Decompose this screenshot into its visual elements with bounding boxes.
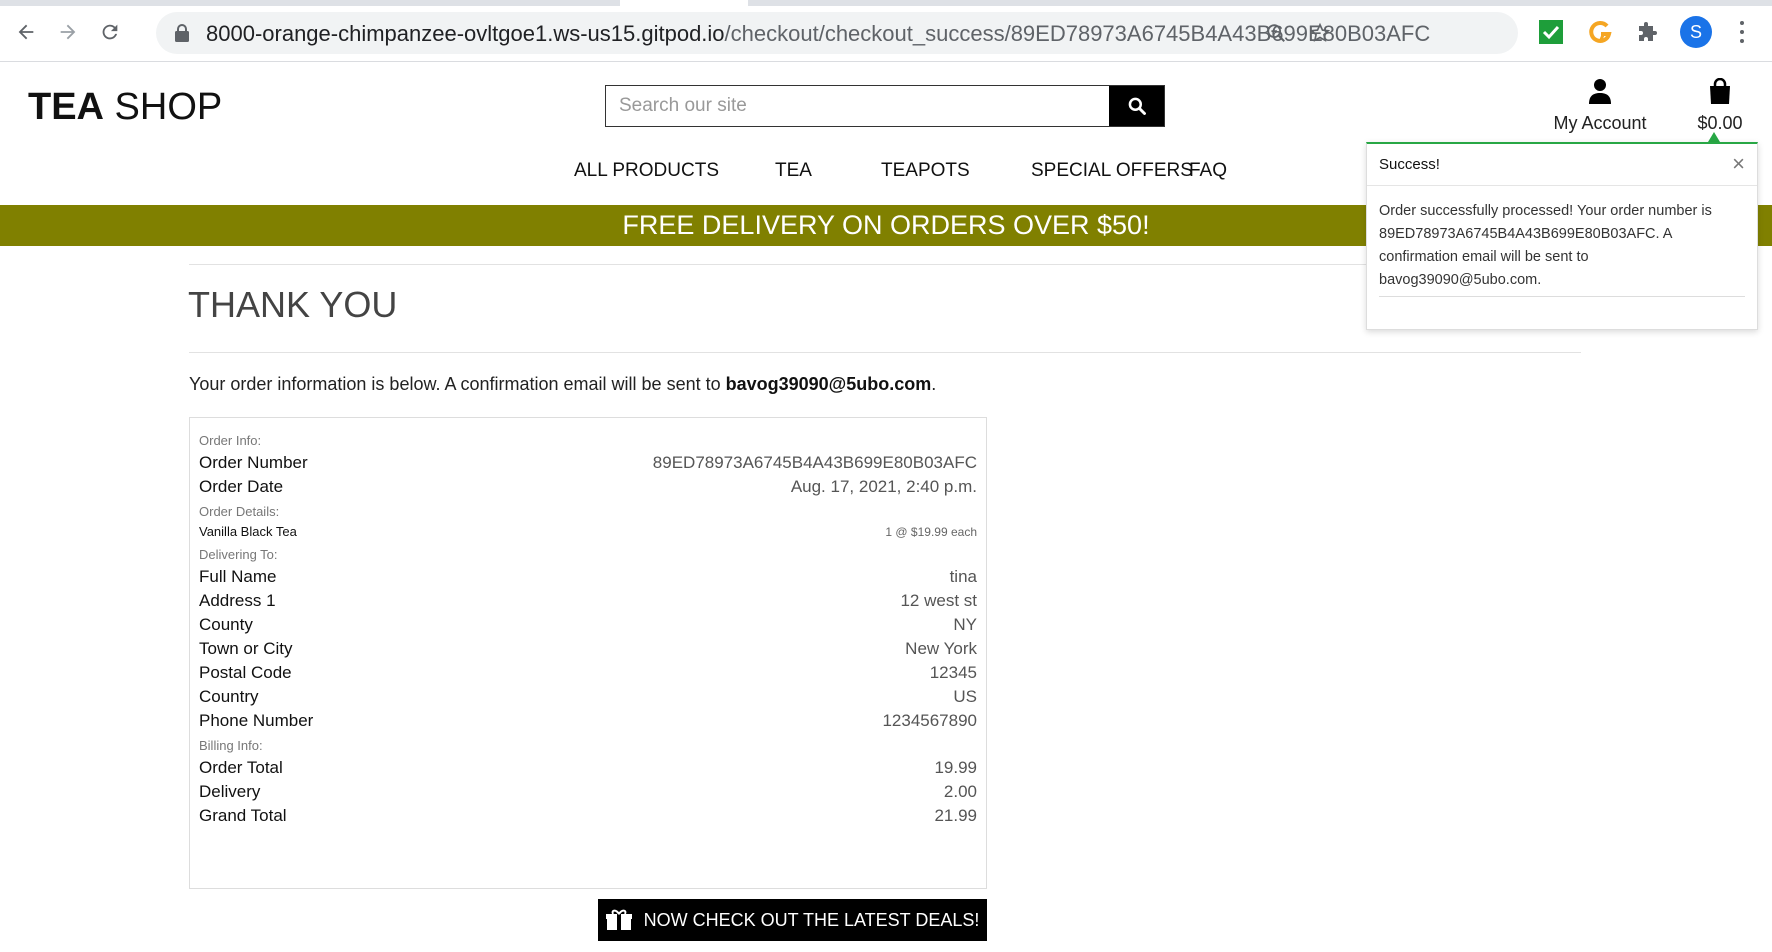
star-icon[interactable] [1308, 21, 1332, 45]
order-total-label: Order Total [199, 758, 283, 777]
toast-title: Success! [1379, 156, 1440, 173]
reload-icon[interactable] [96, 18, 124, 46]
order-number-row: Order Number 89ED78973A6745B4A43B699E80B… [199, 453, 977, 473]
url-host: 8000-orange-chimpanzee-ovltgoe1.ws-us15.… [206, 21, 725, 46]
back-icon[interactable] [12, 18, 40, 46]
town-value: New York [905, 639, 977, 658]
grand-total-row: Grand Total 21.99 [199, 806, 977, 826]
delivery-row: Delivery 2.00 [199, 782, 977, 802]
success-toast: Success! × Order successfully processed!… [1366, 142, 1758, 330]
toast-divider [1379, 296, 1745, 297]
item-name: Vanilla Black Tea [199, 524, 297, 539]
site-search [605, 85, 1165, 127]
grammarly-extension-icon[interactable] [1585, 17, 1615, 47]
close-icon[interactable]: × [1732, 153, 1745, 175]
phone-value: 1234567890 [882, 711, 977, 730]
full-name-value: tina [949, 567, 977, 586]
nav-all-products[interactable]: ALL PRODUCTS [574, 160, 719, 182]
address1-row: Address 1 12 west st [199, 591, 977, 611]
postal-code-row: Postal Code 12345 [199, 663, 977, 683]
toast-message: Order successfully processed! Your order… [1379, 203, 1712, 288]
delivery-banner-text: FREE DELIVERY ON ORDERS OVER $50! [622, 210, 1150, 240]
tab-strip [0, 0, 1772, 6]
nav-teapots[interactable]: TEAPOTS [881, 160, 970, 182]
divider [189, 352, 1581, 353]
order-details-heading: Order Details: [199, 504, 280, 519]
order-line-item: Vanilla Black Tea 1 @ $19.99 each [199, 524, 977, 539]
order-total-value: 19.99 [934, 758, 977, 777]
delivering-to-heading: Delivering To: [199, 547, 278, 562]
latest-deals-label: NOW CHECK OUT THE LATEST DEALS! [643, 909, 980, 930]
county-row: County NY [199, 615, 977, 635]
grand-total-label: Grand Total [199, 806, 287, 825]
postal-code-label: Postal Code [199, 663, 292, 682]
profile-avatar[interactable]: S [1680, 16, 1712, 48]
more-icon[interactable] [1736, 18, 1748, 46]
intro-text: Your order information is below. A confi… [189, 374, 726, 394]
address-bar[interactable]: 8000-orange-chimpanzee-ovltgoe1.ws-us15.… [156, 12, 1518, 54]
order-total-row: Order Total 19.99 [199, 758, 977, 778]
delivery-value: 2.00 [943, 782, 977, 801]
billing-info-heading: Billing Info: [199, 738, 263, 753]
bag-total: $0.00 [1697, 113, 1743, 133]
lock-icon[interactable] [174, 24, 190, 42]
shopping-bag-icon [1710, 77, 1730, 104]
search-input[interactable] [606, 86, 1109, 126]
country-value: US [953, 687, 977, 706]
order-number-value: 89ED78973A6745B4A43B699E80B03AFC [652, 453, 977, 472]
puzzle-extension-icon[interactable] [1633, 17, 1663, 47]
county-value: NY [953, 615, 977, 634]
order-intro: Your order information is below. A confi… [189, 374, 936, 395]
forward-icon[interactable] [54, 18, 82, 46]
nav-special-offers[interactable]: SPECIAL OFFERS [1031, 160, 1193, 182]
shopping-bag-link[interactable]: $0.00 [1690, 77, 1750, 134]
country-label: Country [199, 687, 259, 706]
town-row: Town or City New York [199, 639, 977, 659]
full-name-label: Full Name [199, 567, 277, 586]
toast-arrow [1708, 132, 1720, 142]
check-extension-icon[interactable] [1536, 17, 1566, 47]
active-tab-edge [620, 0, 748, 6]
latest-deals-button[interactable]: NOW CHECK OUT THE LATEST DEALS! [598, 899, 987, 941]
order-summary: Order Info: Order Number 89ED78973A6745B… [189, 417, 987, 889]
phone-row: Phone Number 1234567890 [199, 711, 977, 731]
country-row: Country US [199, 687, 977, 707]
delivery-label: Delivery [199, 782, 261, 801]
url-text[interactable]: 8000-orange-chimpanzee-ovltgoe1.ws-us15.… [206, 21, 1430, 47]
order-info-heading: Order Info: [199, 433, 262, 448]
grand-total-value: 21.99 [934, 806, 977, 825]
logo-rest: SHOP [104, 86, 223, 128]
order-date-label: Order Date [199, 477, 284, 496]
browser-toolbar: 8000-orange-chimpanzee-ovltgoe1.ws-us15.… [0, 0, 1772, 62]
town-label: Town or City [199, 639, 293, 658]
nav-faq[interactable]: FAQ [1189, 160, 1227, 182]
item-quantity: 1 @ $19.99 each [885, 525, 977, 539]
nav-tea[interactable]: TEA [775, 160, 812, 182]
account-label: My Account [1553, 113, 1647, 133]
order-number-label: Order Number [199, 453, 308, 472]
intro-suffix: . [931, 374, 937, 394]
logo-bold: TEA [28, 86, 104, 128]
intro-email: bavog39090@5ubo.com [725, 374, 932, 394]
address1-value: 12 west st [900, 591, 977, 610]
site-logo[interactable]: TEA SHOP [28, 86, 222, 129]
order-date-value: Aug. 17, 2021, 2:40 p.m. [790, 477, 977, 496]
county-label: County [199, 615, 253, 634]
user-icon [1589, 79, 1611, 104]
postal-code-value: 12345 [929, 663, 977, 682]
search-icon [1128, 97, 1146, 115]
my-account-link[interactable]: My Account [1548, 78, 1652, 134]
zoom-icon[interactable] [1264, 21, 1288, 45]
page-title: THANK YOU [188, 284, 398, 325]
full-name-row: Full Name tina [199, 567, 977, 587]
search-button[interactable] [1109, 86, 1164, 126]
address1-label: Address 1 [199, 591, 276, 610]
toast-header: Success! × [1367, 144, 1757, 186]
gift-icon [605, 909, 632, 930]
order-date-row: Order Date Aug. 17, 2021, 2:40 p.m. [199, 477, 977, 497]
phone-label: Phone Number [199, 711, 314, 730]
